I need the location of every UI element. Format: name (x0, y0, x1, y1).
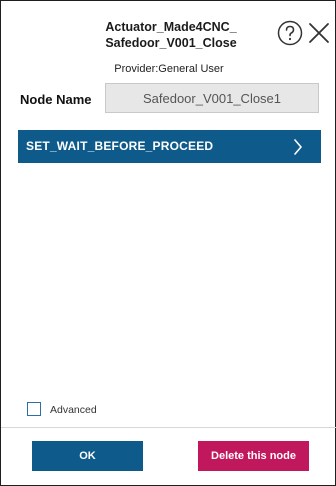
ok-button[interactable]: OK (32, 441, 143, 471)
chevron-right-icon (294, 139, 302, 155)
close-icon[interactable] (307, 21, 331, 45)
action-label: SET_WAIT_BEFORE_PROCEED (26, 139, 214, 153)
node-name-label: Node Name (20, 92, 92, 107)
delete-node-button[interactable]: Delete this node (198, 441, 309, 471)
question-circle-icon[interactable] (277, 20, 303, 46)
advanced-label: Advanced (50, 404, 97, 416)
dialog-title: Actuator_Made4CNC_ Safedoor_V001_Close (105, 20, 237, 50)
footer-divider (1, 427, 336, 428)
advanced-checkbox[interactable] (27, 402, 41, 416)
node-name-field[interactable] (105, 83, 319, 113)
set-wait-before-proceed-item[interactable]: SET_WAIT_BEFORE_PROCEED (18, 130, 321, 163)
node-settings-dialog: Actuator_Made4CNC_ Safedoor_V001_Close P… (0, 0, 336, 486)
provider-text: Provider:General User (114, 63, 224, 75)
